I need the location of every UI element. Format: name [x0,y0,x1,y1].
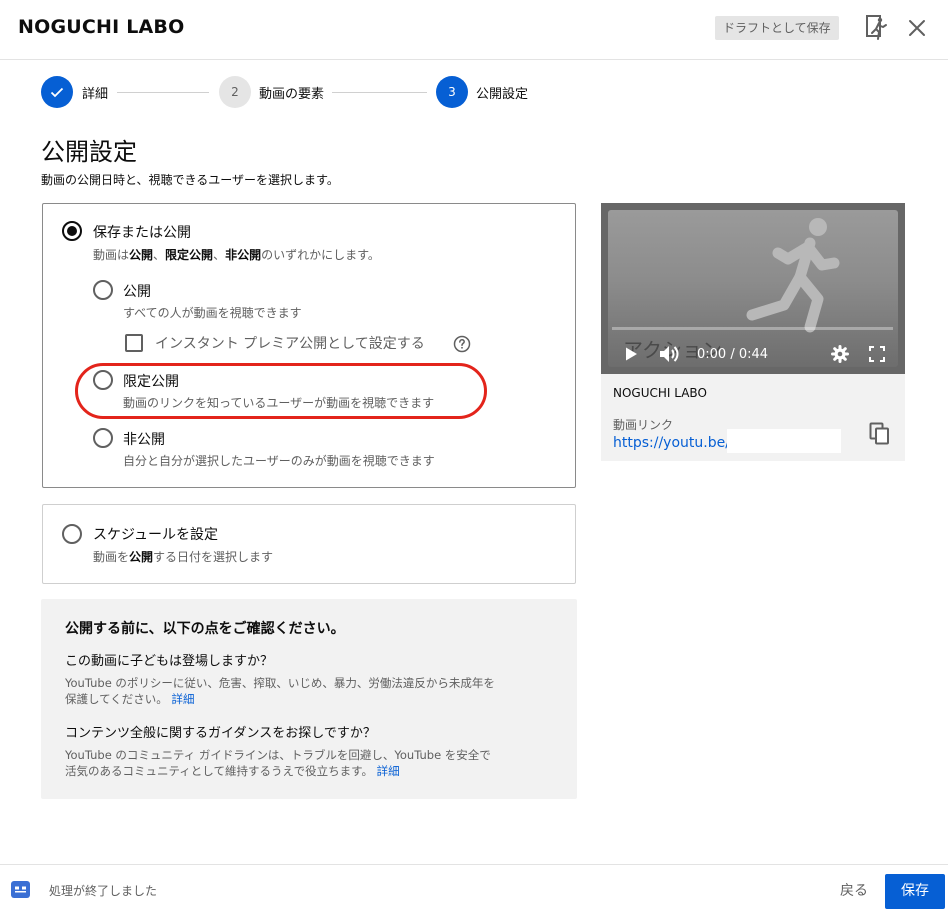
save-or-publish-radio[interactable] [62,221,82,241]
unlisted-option-desc: 動画のリンクを知っているユーザーが動画を視聴できます [123,396,435,410]
save-draft-button[interactable]: ドラフトとして保存 [715,16,839,40]
page-subtitle: 動画の公開日時と、視聴できるユーザーを選択します。 [41,173,339,187]
video-time: 0:00 / 0:44 [697,347,769,362]
play-icon[interactable] [623,346,639,362]
learn-more-link[interactable]: 詳細 [171,692,194,706]
channel-name: NOGUCHI LABO [18,16,185,38]
page-title: 公開設定 [41,138,137,166]
schedule-radio[interactable] [62,524,82,544]
checklist-question-children: この動画に子どもは登場しますか？ [65,654,274,669]
copy-icon[interactable] [869,422,891,446]
step-1-check[interactable] [41,76,73,108]
private-option-title: 非公開 [123,432,165,448]
instant-premiere-label: インスタント プレミア公開として設定する [155,336,425,352]
learn-more-link[interactable]: 詳細 [377,764,400,778]
exit-icon[interactable] [865,14,889,42]
public-option-desc: すべての人が動画を視聴できます [123,306,302,320]
status-text: 処理が終了しました [49,884,158,898]
check-icon [50,87,64,98]
step-2-label[interactable]: 動画の要素 [259,83,324,102]
settings-icon[interactable] [831,345,849,363]
checklist-answer-guidance: YouTube のコミュニティ ガイドラインは、トラブルを回避し、YouTube… [65,748,491,778]
step-2-circle[interactable]: 2 [219,76,251,108]
unlisted-option-title: 限定公開 [123,374,179,390]
instant-premiere-checkbox[interactable] [125,334,143,352]
video-player[interactable]: アクション 0:00 / 0:44 [601,203,905,374]
save-or-publish-title: 保存または公開 [93,225,191,241]
header-divider [0,59,948,60]
processing-status-icon [11,881,30,898]
checklist-title: 公開する前に、以下の点をご確認ください。 [65,621,345,637]
runner-figure [746,218,840,333]
close-icon[interactable] [905,16,929,40]
save-or-publish-desc: 動画は公開、限定公開、非公開のいずれかにします。 [93,248,380,262]
private-option-desc: 自分と自分が選択したユーザーのみが動画を視聴できます [123,454,435,468]
schedule-card [42,504,576,584]
footer-divider [0,864,948,865]
step-3-label[interactable]: 公開設定 [476,83,528,102]
step-connector [117,92,209,93]
public-radio[interactable] [93,280,113,300]
video-channel-name: NOGUCHI LABO [613,386,707,400]
video-thumbnail: アクション [608,210,898,367]
video-link-label: 動画リンク [613,418,674,432]
step-3-circle[interactable]: 3 [436,76,468,108]
unlisted-radio[interactable] [93,370,113,390]
video-link[interactable]: https://youtu.be/ [613,435,730,451]
volume-icon[interactable] [658,344,682,364]
checklist-answer-children: YouTube のポリシーに従い、危害、搾取、いじめ、暴力、労働法違反から未成年… [65,676,495,706]
fullscreen-icon[interactable] [869,346,885,362]
step-1-label[interactable]: 詳細 [82,83,108,102]
schedule-title: スケジュールを設定 [93,527,219,543]
redaction-box [727,429,841,453]
save-button[interactable]: 保存 [885,874,945,909]
step-connector [332,92,427,93]
video-progress-bar[interactable] [612,327,893,330]
public-option-title: 公開 [123,284,151,300]
schedule-desc: 動画を公開する日付を選択します [93,550,274,564]
private-radio[interactable] [93,428,113,448]
back-button[interactable]: 戻る [830,874,878,908]
help-icon[interactable] [453,335,471,353]
checklist-question-guidance: コンテンツ全般に関するガイダンスをお探しですか？ [65,726,376,741]
